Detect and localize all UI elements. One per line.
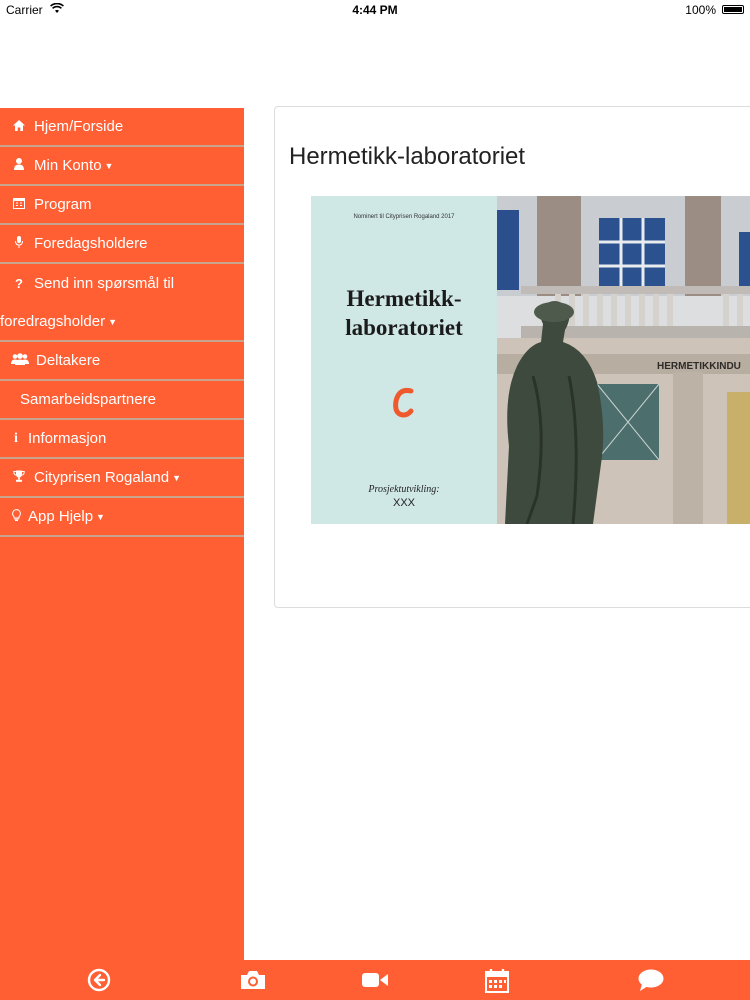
hero-heading: Hermetikk- laboratoriet [311,284,497,342]
sidebar-item-label: Deltakere [36,352,101,369]
sidebar-item-label: Cityprisen Rogaland [34,469,170,486]
sidebar-item-label: Samarbeidspartnere [20,391,156,408]
battery-percent: 100% [685,3,716,17]
hero-poster-panel: Nominert til Cityprisen Rogaland 2017 He… [311,196,497,524]
info-icon: i [14,430,18,446]
building-statue-photo: HERMETIKKINDU [497,196,750,524]
chevron-down-icon: ▼ [172,472,181,483]
sidebar-item-label: Informasjon [28,430,107,447]
chevron-down-icon: ▼ [104,160,114,171]
back-icon[interactable] [86,968,112,992]
lightbulb-icon [10,509,22,524]
sidebar-item-program[interactable]: Program [0,186,244,225]
hero-nominated-text: Nominert til Cityprisen Rogaland 2017 [353,214,455,220]
home-icon [10,119,28,134]
users-icon [10,353,30,368]
sidebar-item-label-continued: foredragsholder [0,313,106,330]
calendar-icon[interactable] [484,968,510,993]
microphone-icon [10,236,28,251]
question-icon: ? [15,276,23,291]
chevron-down-icon: ▼ [96,511,105,522]
building-sign-text: HERMETIKKINDU [657,361,741,372]
sidebar-item-speakers[interactable]: Foredagsholdere [0,225,244,264]
sidebar-item-send-question[interactable]: ? Send inn spørsmål til foredragsholder … [0,264,244,342]
hero-heading-line2: laboratoriet [345,315,463,340]
sidebar-item-label: Min Konto [34,157,102,174]
sidebar-item-partners[interactable]: Samarbeidspartnere [0,381,244,420]
sidebar-item-account[interactable]: Min Konto ▼ [0,147,244,186]
hero-image: Nominert til Cityprisen Rogaland 2017 He… [311,196,750,524]
battery-icon [722,5,744,14]
calendar-icon [10,197,28,212]
sidebar-item-home[interactable]: Hjem/Forside [0,108,244,147]
sidebar-item-label: App Hjelp [28,508,94,525]
bottom-toolbar [0,960,750,1000]
sidebar-item-participants[interactable]: Deltakere [0,342,244,381]
content-card: Hermetikk-laboratoriet Nominert til City… [274,106,750,608]
clock: 4:44 PM [352,3,398,17]
chevron-down-icon: ▼ [108,316,117,327]
sidebar: Hjem/Forside Min Konto ▼ Program Foredag… [0,108,244,960]
sidebar-item-label: Hjem/Forside [34,118,124,135]
sidebar-item-label: Foredagsholdere [34,235,148,252]
sidebar-item-information[interactable]: i Informasjon [0,420,244,459]
sidebar-item-cityprisen[interactable]: Cityprisen Rogaland ▼ [0,459,244,498]
trophy-icon [10,470,28,485]
hero-heading-line1: Hermetikk- [346,286,462,311]
hero-code: XXX [392,497,415,509]
sidebar-item-label: Program [34,196,92,213]
cityprisen-logo-icon [311,386,497,425]
chat-icon[interactable] [637,968,664,992]
hero-subtitle: Prosjektutvikling: [368,484,440,495]
sidebar-item-label: Send inn spørsmål til [34,275,175,292]
camera-icon[interactable] [239,968,265,992]
sidebar-item-app-help[interactable]: App Hjelp ▼ [0,498,244,537]
video-icon[interactable] [361,968,388,992]
page-title: Hermetikk-laboratoriet [289,143,526,170]
user-icon [10,158,28,173]
status-bar: Carrier 4:44 PM 100% [0,0,750,20]
